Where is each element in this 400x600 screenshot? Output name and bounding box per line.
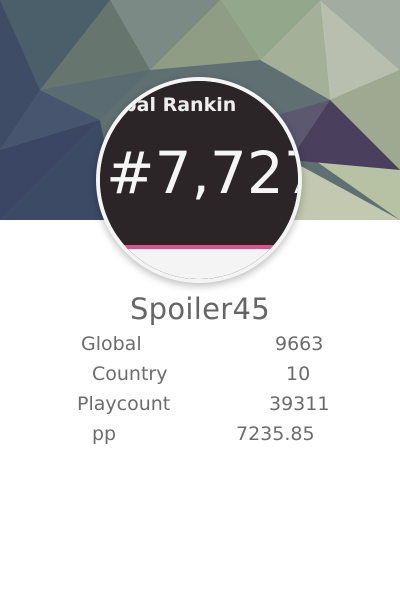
stat-label-pp: pp — [92, 423, 117, 445]
username: Spoiler45 — [129, 292, 271, 326]
avatar[interactable]: obal Rankin #7,727 — [96, 77, 302, 283]
stat-value-country: 10 — [286, 363, 311, 385]
stat-label-global: Global — [81, 333, 142, 355]
avatar-bottom-strip — [100, 249, 298, 279]
stat-value-global: 9663 — [275, 333, 324, 355]
stat-value-playcount: 39311 — [269, 393, 330, 415]
avatar-rank-text: #7,727 — [106, 139, 298, 207]
stat-value-pp: 7235.85 — [236, 423, 315, 445]
stat-label-playcount: Playcount — [77, 393, 171, 415]
avatar-image: obal Rankin #7,727 — [100, 81, 298, 279]
stat-label-country: Country — [92, 363, 168, 385]
avatar-accent-line — [100, 245, 298, 249]
